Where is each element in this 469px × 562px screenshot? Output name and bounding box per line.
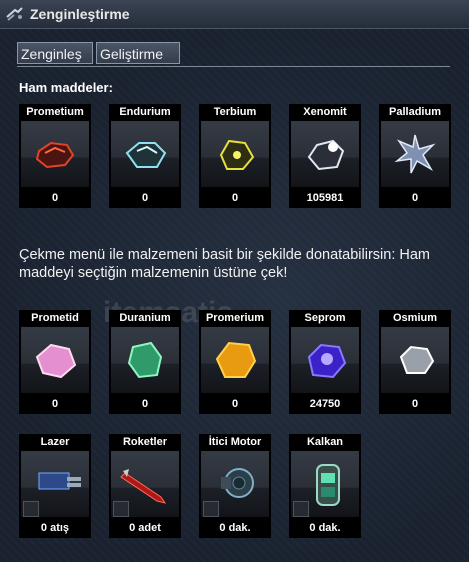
equipment-slot-lazer[interactable]: Lazer 0 atış: [19, 434, 91, 538]
seprom-icon: [291, 327, 359, 393]
slot-value: 0: [19, 188, 91, 208]
endurium-ore-icon: [111, 121, 179, 187]
refined-slot-prometid[interactable]: Prometid 0: [19, 310, 91, 414]
refined-slot-osmium[interactable]: Osmium 0: [379, 310, 451, 414]
window-titlebar[interactable]: Zenginleştirme: [0, 0, 469, 29]
laser-checkbox[interactable]: [23, 501, 39, 517]
rocket-checkbox[interactable]: [113, 501, 129, 517]
slot-label: Prometium: [19, 104, 91, 120]
slot-label: Roketler: [109, 434, 181, 450]
slot-label: Promerium: [199, 310, 271, 326]
slot-value: 0: [109, 394, 181, 414]
raw-slot-xenomit[interactable]: Xenomit 105981: [289, 104, 361, 208]
slot-label: Kalkan: [289, 434, 361, 450]
raw-slot-palladium[interactable]: Palladium 0: [379, 104, 451, 208]
slot-label: Duranium: [109, 310, 181, 326]
slot-value: 0: [19, 394, 91, 414]
raw-slot-terbium[interactable]: Terbium 0: [199, 104, 271, 208]
slot-value: 0 dak.: [199, 518, 271, 538]
equipment-slot-roketler[interactable]: Roketler 0 adet: [109, 434, 181, 538]
slot-value: 0: [199, 188, 271, 208]
refinery-icon: [6, 7, 23, 21]
terbium-ore-icon: [201, 121, 269, 187]
slot-label: Palladium: [379, 104, 451, 120]
rocket-icon: [111, 451, 179, 517]
shield-checkbox[interactable]: [293, 501, 309, 517]
slot-value: 0: [379, 188, 451, 208]
slot-label: Prometid: [19, 310, 91, 326]
slot-label: Terbium: [199, 104, 271, 120]
duranium-icon: [111, 327, 179, 393]
window-content: itemsatis Zenginleş Geliştirme Ham madde…: [0, 29, 469, 562]
slot-value: 0 adet: [109, 518, 181, 538]
slot-value: 0: [379, 394, 451, 414]
thruster-engine-icon: [201, 451, 269, 517]
raw-slot-endurium[interactable]: Endurium 0: [109, 104, 181, 208]
refinement-window: Zenginleştirme itemsatis Zenginleş Geliş…: [0, 0, 469, 562]
slot-value: 0: [199, 394, 271, 414]
slot-value: 24750: [289, 394, 361, 414]
slot-value: 105981: [289, 188, 361, 208]
slot-value: 0: [109, 188, 181, 208]
raw-slot-prometium[interactable]: Prometium 0: [19, 104, 91, 208]
prometid-icon: [21, 327, 89, 393]
slot-label: Xenomit: [289, 104, 361, 120]
tab-zenginles[interactable]: Zenginleş: [17, 42, 93, 64]
promerium-icon: [201, 327, 269, 393]
slot-label: Lazer: [19, 434, 91, 450]
raw-materials-heading: Ham maddeler:: [19, 80, 113, 95]
tab-gelistirme[interactable]: Geliştirme: [96, 42, 180, 64]
refined-slot-duranium[interactable]: Duranium 0: [109, 310, 181, 414]
slot-label: Osmium: [379, 310, 451, 326]
slot-label: Seprom: [289, 310, 361, 326]
palladium-crystal-icon: [381, 121, 449, 187]
window-title: Zenginleştirme: [30, 6, 130, 22]
refined-slot-seprom[interactable]: Seprom 24750: [289, 310, 361, 414]
slot-label: İtici Motor: [199, 434, 271, 450]
shield-generator-icon: [291, 451, 359, 517]
thruster-checkbox[interactable]: [203, 501, 219, 517]
equipment-slot-itici-motor[interactable]: İtici Motor 0 dak.: [199, 434, 271, 538]
drag-info-text: Çekme menü ile malzemeni basit bir şekil…: [19, 247, 431, 281]
xenomit-ore-icon: [291, 121, 359, 187]
osmium-icon: [381, 327, 449, 393]
slot-label: Endurium: [109, 104, 181, 120]
slot-value: 0 atış: [19, 518, 91, 538]
tab-divider: [17, 66, 450, 67]
equipment-slot-kalkan[interactable]: Kalkan 0 dak.: [289, 434, 361, 538]
prometium-ore-icon: [21, 121, 89, 187]
laser-icon: [21, 451, 89, 517]
slot-value: 0 dak.: [289, 518, 361, 538]
refined-slot-promerium[interactable]: Promerium 0: [199, 310, 271, 414]
